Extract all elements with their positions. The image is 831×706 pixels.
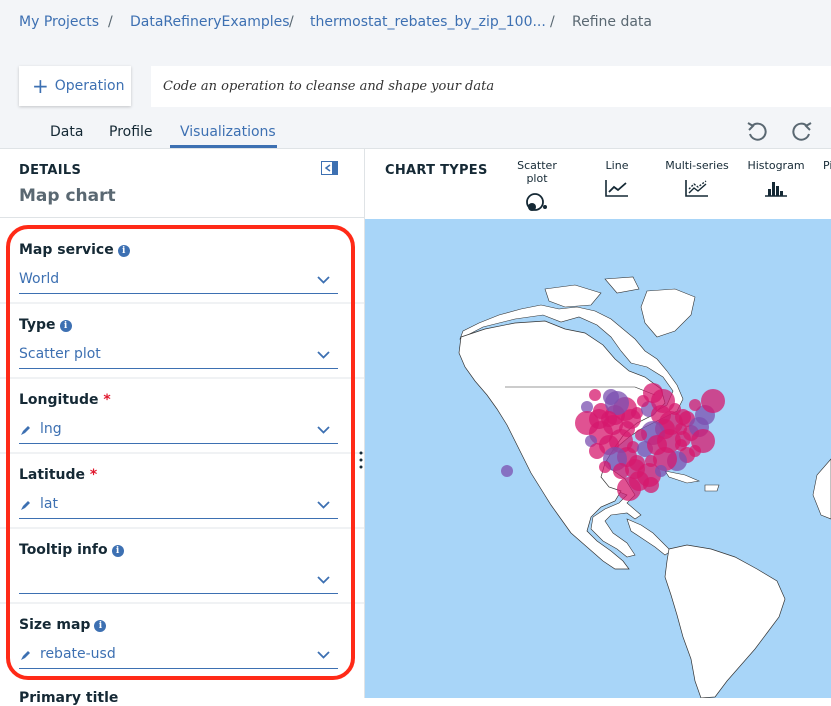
chart-types-bar: CHART TYPES Scatter plot Line Multi-seri…: [365, 149, 831, 220]
chart-type-pie[interactable]: Pi: [823, 159, 831, 172]
undo-icon[interactable]: [745, 118, 771, 144]
tab-profile[interactable]: Profile: [109, 124, 153, 140]
map-point[interactable]: [617, 477, 641, 501]
map-point[interactable]: [599, 461, 611, 473]
land-arctic-islands: [604, 276, 640, 294]
operation-button[interactable]: + Operation: [19, 66, 131, 106]
breadcrumb: My Projects / DataRefineryExamples / the…: [0, 0, 831, 49]
land-hispaniola: [704, 484, 720, 492]
land-arctic-islands: [544, 284, 602, 308]
breadcrumb-current: Refine data: [572, 14, 653, 30]
map-point[interactable]: [575, 411, 599, 435]
breadcrumb-dataset[interactable]: thermostat_rebates_by_zip_100...: [310, 14, 546, 30]
multi-series-icon: [685, 180, 708, 197]
redo-icon[interactable]: [788, 118, 814, 144]
map-canvas: [458, 276, 831, 698]
chart-type-scatter-label: Scatter plot: [517, 159, 557, 185]
chart-type-multi-series-label: Multi-series: [665, 159, 729, 172]
chart-types-heading: CHART TYPES: [385, 163, 488, 178]
operation-bar: + Operation Code an operation to cleanse…: [0, 48, 831, 116]
tab-visualizations[interactable]: Visualizations: [180, 124, 276, 140]
breadcrumb-separator: /: [289, 14, 294, 30]
operation-button-label: Operation: [54, 78, 125, 94]
histogram-icon: [765, 182, 787, 197]
map-point[interactable]: [635, 429, 647, 441]
panel-divider: [0, 217, 364, 218]
land-cuba: [664, 470, 701, 484]
map-point[interactable]: [689, 399, 701, 411]
resize-handle[interactable]: [358, 450, 364, 470]
land-greenland: [640, 288, 696, 338]
chart-type-histogram[interactable]: Histogram: [745, 159, 807, 198]
highlight-annotation: [6, 225, 355, 680]
land-central-america: [626, 518, 672, 556]
world-map[interactable]: [365, 219, 831, 698]
primary-title-label: Primary title: [19, 690, 119, 706]
map-point[interactable]: [589, 389, 601, 401]
chart-type-scatter[interactable]: Scatter plot: [505, 159, 569, 213]
map-point[interactable]: [501, 465, 513, 477]
map-point[interactable]: [701, 389, 725, 413]
details-heading: DETAILS: [19, 163, 82, 178]
map-point[interactable]: [669, 403, 681, 415]
line-chart-icon: [605, 180, 628, 197]
operation-code-input[interactable]: Code an operation to cleanse and shape y…: [151, 66, 831, 107]
details-subtitle: Map chart: [19, 186, 116, 206]
breadcrumb-my-projects[interactable]: My Projects: [19, 14, 99, 30]
plus-icon: +: [32, 74, 49, 98]
chart-type-multi-series[interactable]: Multi-series: [662, 159, 732, 198]
chart-type-line-label: Line: [605, 159, 629, 172]
breadcrumb-separator: /: [108, 14, 113, 30]
map-point[interactable]: [689, 445, 701, 457]
land-south-america: [664, 544, 786, 698]
active-tab-indicator: [170, 145, 277, 148]
chart-type-histogram-label: Histogram: [747, 159, 805, 172]
scatter-plot-icon: [526, 193, 547, 211]
chart-type-line[interactable]: Line: [597, 159, 637, 198]
map-point[interactable]: [655, 465, 667, 477]
map-point[interactable]: [637, 395, 649, 407]
breadcrumb-separator: /: [550, 14, 555, 30]
breadcrumb-project[interactable]: DataRefineryExamples: [130, 14, 290, 30]
land-africa-edge: [812, 458, 831, 520]
view-tabs: Data Profile Visualizations: [0, 116, 831, 149]
map-point[interactable]: [675, 431, 691, 447]
tab-data[interactable]: Data: [50, 124, 83, 140]
collapse-panel-icon[interactable]: [321, 161, 338, 175]
chart-type-pie-label: Pi: [823, 159, 831, 172]
